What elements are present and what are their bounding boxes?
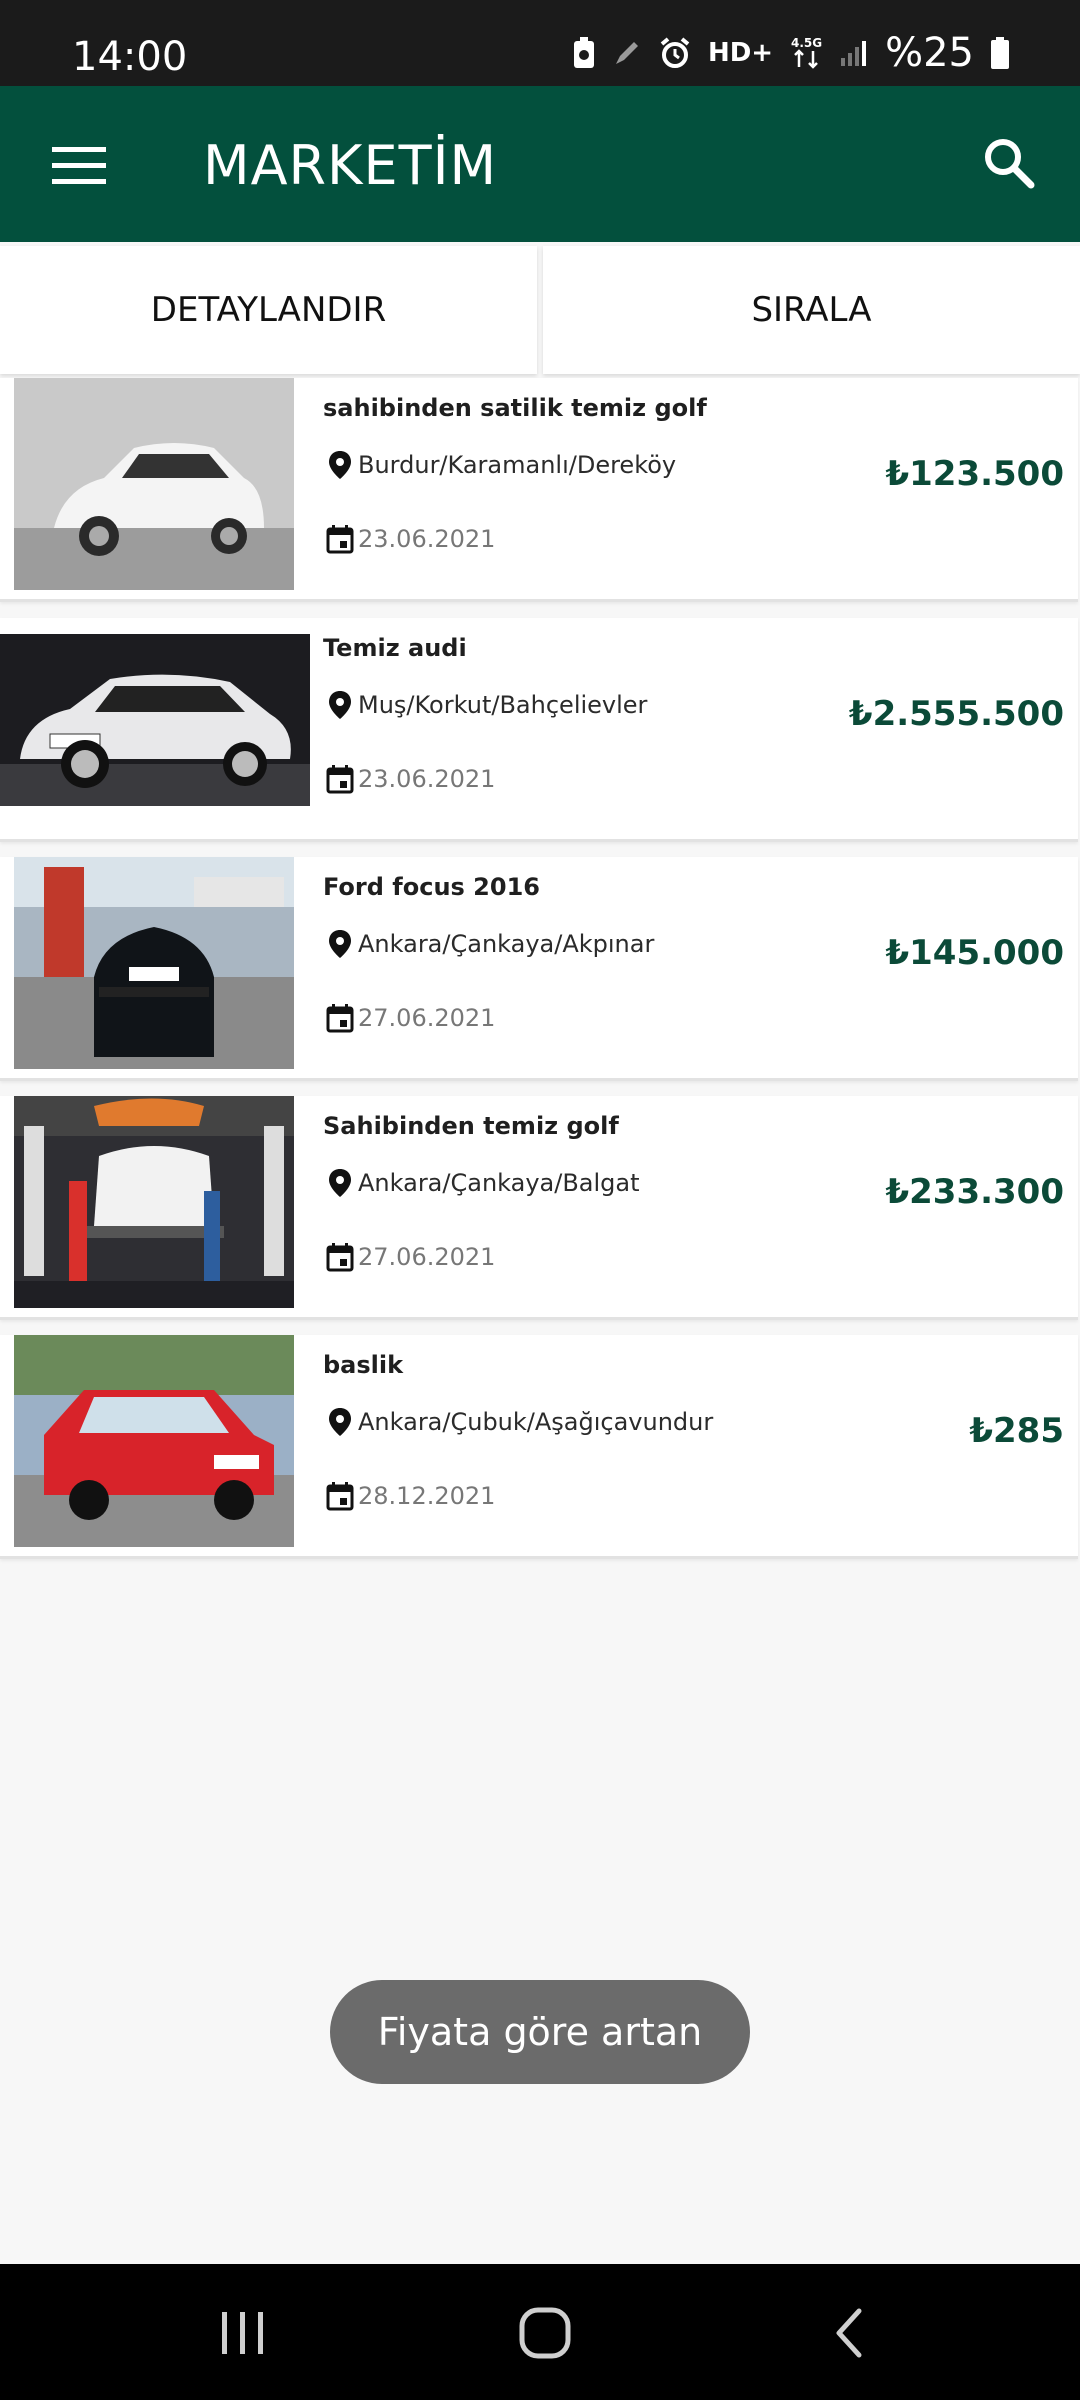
- listing-date-text: 23.06.2021: [358, 765, 496, 793]
- calendar-icon: [326, 1482, 354, 1511]
- pen-icon: [612, 38, 642, 68]
- listing-location-text: Ankara/Çankaya/Akpınar: [358, 930, 655, 958]
- calendar-icon: [326, 1004, 354, 1033]
- menu-button[interactable]: [48, 134, 110, 196]
- app-bar: MARKETİM: [0, 86, 1080, 242]
- alarm-icon: [658, 36, 692, 70]
- listing-location: Burdur/Karamanlı/Dereköy: [328, 450, 676, 480]
- listing-image: [14, 1096, 294, 1308]
- listing-price: ₺285: [969, 1411, 1064, 1451]
- detail-filter-button[interactable]: DETAYLANDIR: [0, 246, 537, 374]
- battery-saver-icon: [572, 36, 596, 70]
- listing-date-text: 27.06.2021: [358, 1243, 496, 1271]
- location-pin-icon: [329, 930, 351, 958]
- listing-image: [14, 1335, 294, 1547]
- listing-location: Ankara/Çubuk/Aşağıçavundur: [328, 1407, 713, 1437]
- listing-title: sahibinden satilik temiz golf: [323, 394, 707, 422]
- search-icon: [985, 139, 1035, 189]
- listing-item[interactable]: Sahibinden temiz golf Ankara/Çankaya/Bal…: [0, 1096, 1078, 1320]
- signal-icon: [839, 38, 869, 68]
- calendar-icon: [326, 1243, 354, 1272]
- listing-location: Ankara/Çankaya/Balgat: [328, 1168, 640, 1198]
- recent-apps-button[interactable]: [208, 2298, 278, 2368]
- back-icon: [836, 2308, 862, 2358]
- battery-percent: %25: [885, 30, 974, 76]
- location-pin-icon: [329, 691, 351, 719]
- listing-item[interactable]: Ford focus 2016 Ankara/Çankaya/Akpınar 2…: [0, 857, 1078, 1081]
- search-button[interactable]: [976, 130, 1042, 196]
- status-bar: 14:00 HD+ 4.5G %25: [0, 0, 1080, 86]
- calendar-icon: [326, 765, 354, 794]
- listing-item[interactable]: baslik Ankara/Çubuk/Aşağıçavundur 28.12.…: [0, 1335, 1078, 1559]
- listing-location-text: Muş/Korkut/Bahçelievler: [358, 691, 648, 719]
- listing-location-text: Burdur/Karamanlı/Dereköy: [358, 451, 677, 479]
- listing-price: ₺2.555.500: [848, 694, 1064, 734]
- listing-location-text: Ankara/Çankaya/Balgat: [358, 1169, 640, 1197]
- listing-image: [0, 634, 310, 806]
- listing-date: 27.06.2021: [326, 1242, 495, 1272]
- filter-bar: DETAYLANDIR SIRALA: [0, 246, 1080, 374]
- calendar-icon: [326, 525, 354, 554]
- listing-title: Ford focus 2016: [323, 873, 540, 901]
- listing-date: 28.12.2021: [326, 1481, 495, 1511]
- home-icon: [519, 2307, 571, 2359]
- recent-apps-icon: [222, 2312, 263, 2354]
- svg-text:4.5G: 4.5G: [791, 36, 822, 50]
- listing-price: ₺145.000: [885, 933, 1064, 973]
- listing-location-text: Ankara/Çubuk/Aşağıçavundur: [358, 1408, 714, 1436]
- listing-date-text: 28.12.2021: [358, 1482, 496, 1510]
- listing-price: ₺123.500: [885, 454, 1064, 494]
- status-time: 14:00: [72, 34, 188, 80]
- listing-item[interactable]: sahibinden satilik temiz golf Burdur/Kar…: [0, 378, 1078, 602]
- listing-date-text: 23.06.2021: [358, 525, 496, 553]
- listing-date: 23.06.2021: [326, 764, 495, 794]
- listing-title: Temiz audi: [323, 634, 467, 662]
- system-nav-bar: [0, 2264, 1080, 2400]
- location-pin-icon: [329, 1169, 351, 1197]
- listing-date: 23.06.2021: [326, 524, 495, 554]
- hd-voice-label: HD+: [707, 38, 774, 68]
- back-button[interactable]: [814, 2298, 884, 2368]
- location-pin-icon: [329, 1408, 351, 1436]
- location-pin-icon: [329, 451, 351, 479]
- toast-message: Fiyata göre artan: [330, 1980, 750, 2084]
- listing-price: ₺233.300: [885, 1172, 1064, 1212]
- battery-icon: [990, 36, 1010, 70]
- sort-button[interactable]: SIRALA: [543, 246, 1080, 374]
- listing-location: Ankara/Çankaya/Akpınar: [328, 929, 654, 959]
- data-4-5g-icon: 4.5G: [789, 35, 823, 71]
- listing-image: [14, 857, 294, 1069]
- listing-date: 27.06.2021: [326, 1003, 495, 1033]
- listing-item[interactable]: Temiz audi Muş/Korkut/Bahçelievler 23.06…: [0, 618, 1078, 842]
- status-icons: HD+ 4.5G %25: [572, 30, 1010, 76]
- home-button[interactable]: [510, 2298, 580, 2368]
- listing-title: baslik: [323, 1351, 404, 1379]
- listing-date-text: 27.06.2021: [358, 1004, 496, 1032]
- hamburger-menu-icon: [52, 147, 106, 184]
- listing-title: Sahibinden temiz golf: [323, 1112, 619, 1140]
- listing-location: Muş/Korkut/Bahçelievler: [328, 690, 647, 720]
- page-title: MARKETİM: [203, 134, 498, 197]
- listing-image: [14, 378, 294, 590]
